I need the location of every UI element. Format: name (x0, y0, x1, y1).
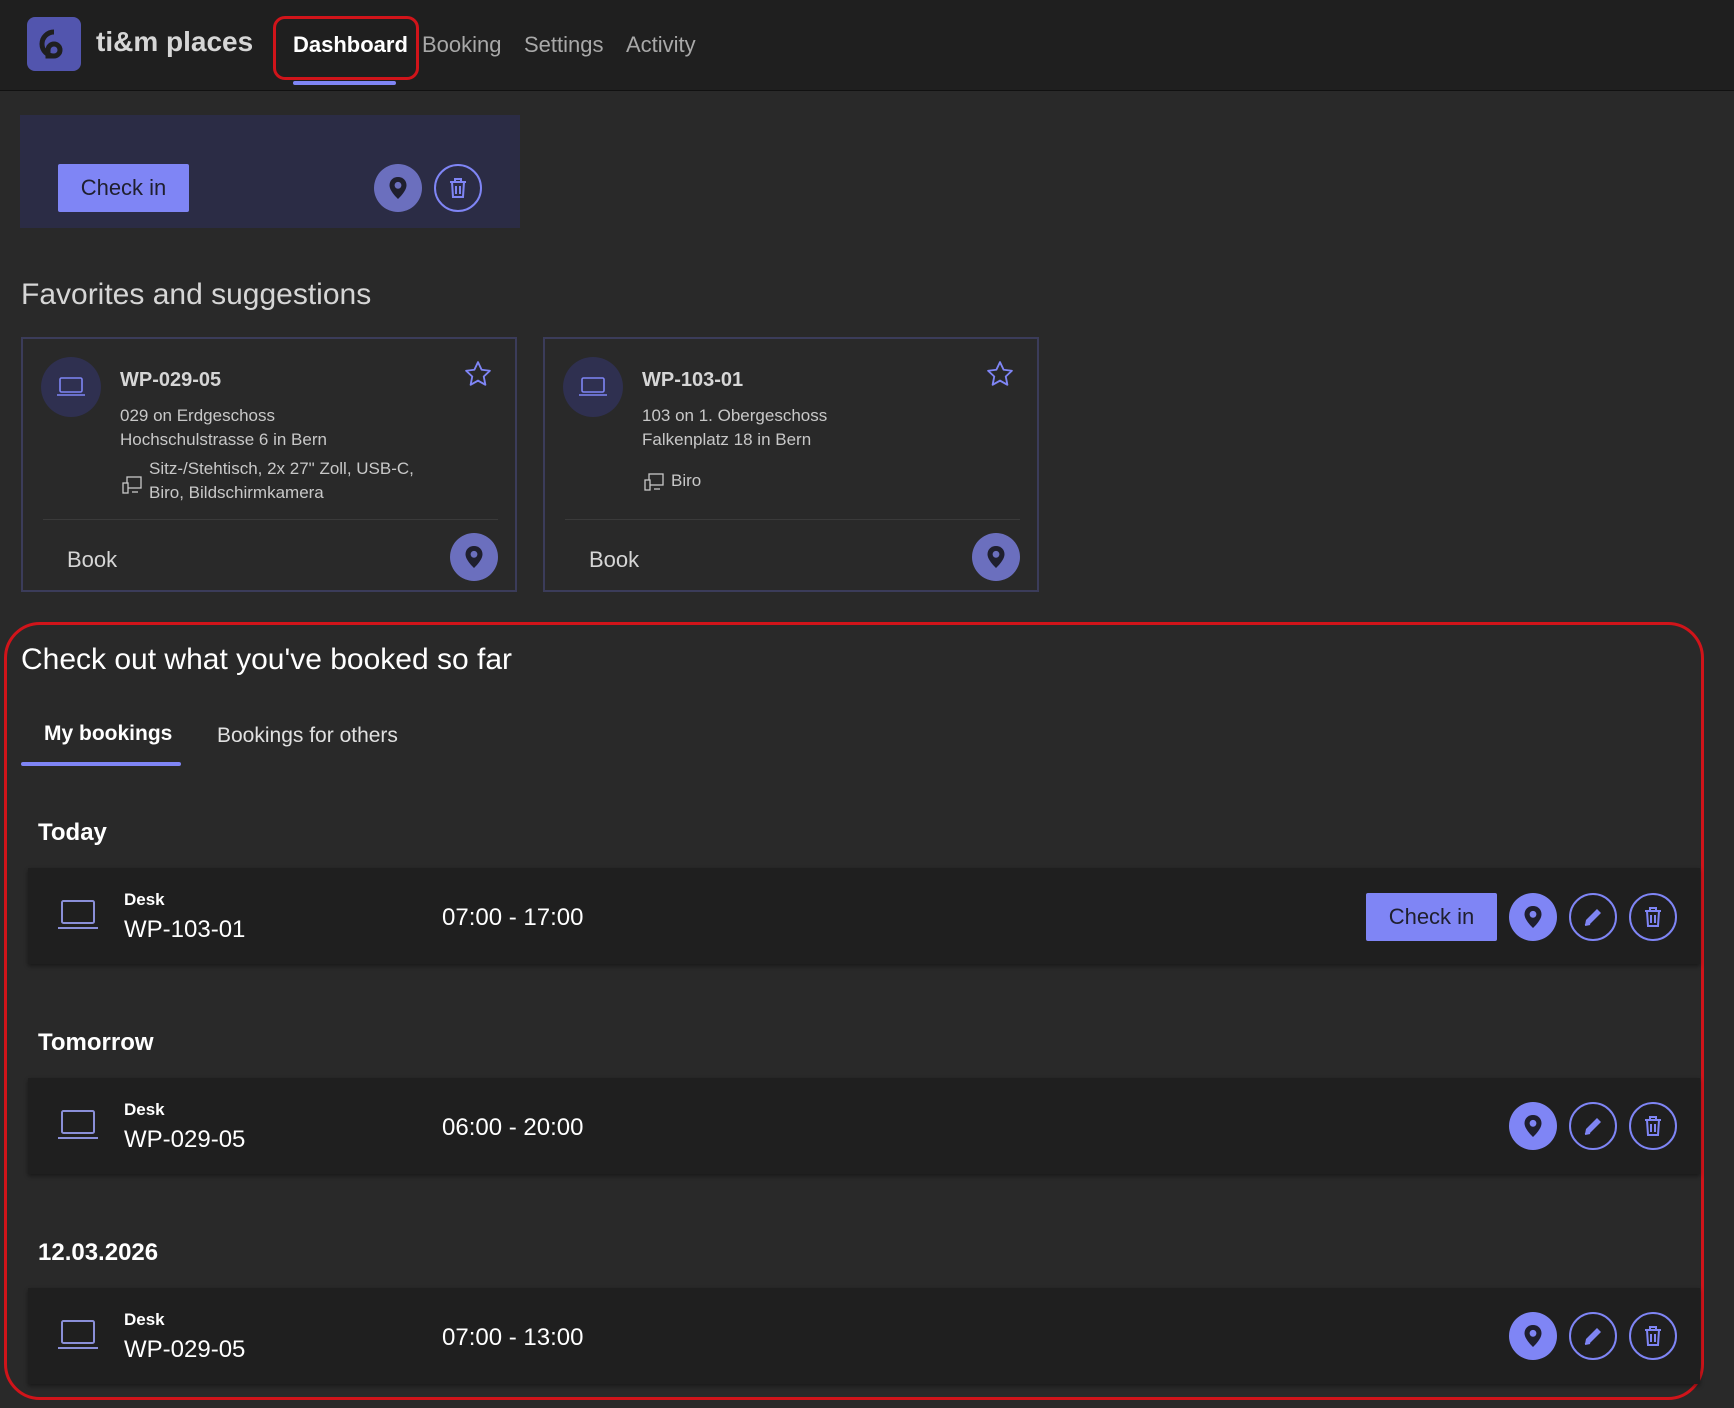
booking-time: 07:00 - 17:00 (442, 904, 584, 931)
group-label: Today (38, 819, 107, 846)
booking-type: Desk (124, 890, 165, 909)
booking-row: Desk WP-103-01 07:00 - 17:00 Check in (28, 868, 1700, 964)
bookings-tab-indicator (21, 762, 181, 766)
delete-booking-button[interactable] (1629, 1312, 1677, 1360)
show-location-button[interactable] (1509, 893, 1557, 941)
app-name: ti&m places (96, 26, 254, 57)
laptop-icon (58, 900, 98, 935)
laptop-icon (58, 1110, 98, 1145)
laptop-icon (579, 377, 607, 396)
tab-settings[interactable]: Settings (524, 32, 604, 58)
show-location-button[interactable] (972, 533, 1020, 581)
active-tab-indicator (293, 81, 396, 85)
laptop-icon (57, 377, 85, 396)
desk-avatar (41, 357, 101, 417)
card-title: WP-103-01 (642, 369, 744, 391)
show-location-button[interactable] (374, 164, 422, 212)
favorite-star-icon[interactable] (985, 359, 1015, 394)
edit-booking-button[interactable] (1569, 1312, 1617, 1360)
location-pin-icon (1524, 1325, 1542, 1347)
favorite-card: WP-103-01 103 on 1. Obergeschoss Falkenp… (543, 337, 1039, 592)
monitor-equipment-icon (644, 473, 664, 496)
card-address: Falkenplatz 18 in Bern (642, 430, 812, 449)
booking-type: Desk (124, 1310, 165, 1329)
favorite-star-icon[interactable] (463, 359, 493, 394)
laptop-icon (58, 1320, 98, 1355)
location-pin-icon (1524, 1115, 1542, 1137)
trash-icon (1645, 907, 1661, 927)
show-location-button[interactable] (1509, 1102, 1557, 1150)
group-label: Tomorrow (38, 1029, 154, 1056)
delete-booking-button[interactable] (434, 164, 482, 212)
card-equipment: Biro (671, 471, 702, 490)
booking-type: Desk (124, 1100, 165, 1119)
book-button[interactable]: Book (67, 547, 117, 573)
booking-row: Desk WP-029-05 07:00 - 13:00 (28, 1288, 1700, 1384)
current-booking-panel: Check in (20, 115, 520, 228)
desk-avatar (563, 357, 623, 417)
card-address: Hochschulstrasse 6 in Bern (120, 430, 327, 449)
edit-booking-button[interactable] (1569, 893, 1617, 941)
checkin-button[interactable]: Check in (58, 164, 189, 212)
booking-time: 06:00 - 20:00 (442, 1114, 584, 1141)
delete-booking-button[interactable] (1629, 1102, 1677, 1150)
card-equipment: Sitz-/Stehtisch, 2x 27" Zoll, USB-C, (149, 459, 414, 478)
app-logo-icon (27, 17, 81, 71)
booking-row: Desk WP-029-05 06:00 - 20:00 (28, 1078, 1700, 1174)
booking-desk-name: WP-103-01 (124, 916, 246, 943)
card-equipment-cont: Biro, Bildschirmkamera (149, 483, 324, 502)
card-room: 103 on 1. Obergeschoss (642, 406, 828, 425)
location-pin-icon (987, 546, 1005, 568)
booking-time: 07:00 - 13:00 (442, 1324, 584, 1351)
card-title: WP-029-05 (120, 369, 222, 391)
edit-pencil-icon (1584, 1118, 1601, 1135)
show-location-button[interactable] (450, 533, 498, 581)
tab-booking[interactable]: Booking (422, 32, 502, 58)
location-pin-icon (389, 177, 407, 199)
location-pin-icon (1524, 906, 1542, 928)
book-button[interactable]: Book (589, 547, 639, 573)
trash-icon (1645, 1116, 1661, 1136)
card-divider (565, 519, 1020, 520)
card-divider (43, 519, 498, 520)
trash-icon (450, 178, 466, 198)
booking-desk-name: WP-029-05 (124, 1336, 246, 1363)
delete-booking-button[interactable] (1629, 893, 1677, 941)
tab-my-bookings[interactable]: My bookings (44, 722, 172, 746)
trash-icon (1645, 1326, 1661, 1346)
bookings-title: Check out what you've booked so far (21, 643, 513, 676)
favorites-title: Favorites and suggestions (21, 278, 372, 311)
dashboard-highlight-box (273, 16, 419, 80)
location-pin-icon (465, 546, 483, 568)
tab-bookings-for-others[interactable]: Bookings for others (217, 724, 398, 748)
edit-pencil-icon (1584, 909, 1601, 926)
card-room: 029 on Erdgeschoss (120, 406, 275, 425)
tab-activity[interactable]: Activity (626, 32, 696, 58)
monitor-equipment-icon (122, 476, 142, 499)
group-label: 12.03.2026 (38, 1239, 159, 1266)
top-bar: ti&m places Dashboard Booking Settings A… (0, 0, 1734, 91)
checkin-button[interactable]: Check in (1366, 893, 1497, 941)
favorite-card: WP-029-05 029 on Erdgeschoss Hochschulst… (21, 337, 517, 592)
edit-pencil-icon (1584, 1328, 1601, 1345)
show-location-button[interactable] (1509, 1312, 1557, 1360)
edit-booking-button[interactable] (1569, 1102, 1617, 1150)
booking-desk-name: WP-029-05 (124, 1126, 246, 1153)
